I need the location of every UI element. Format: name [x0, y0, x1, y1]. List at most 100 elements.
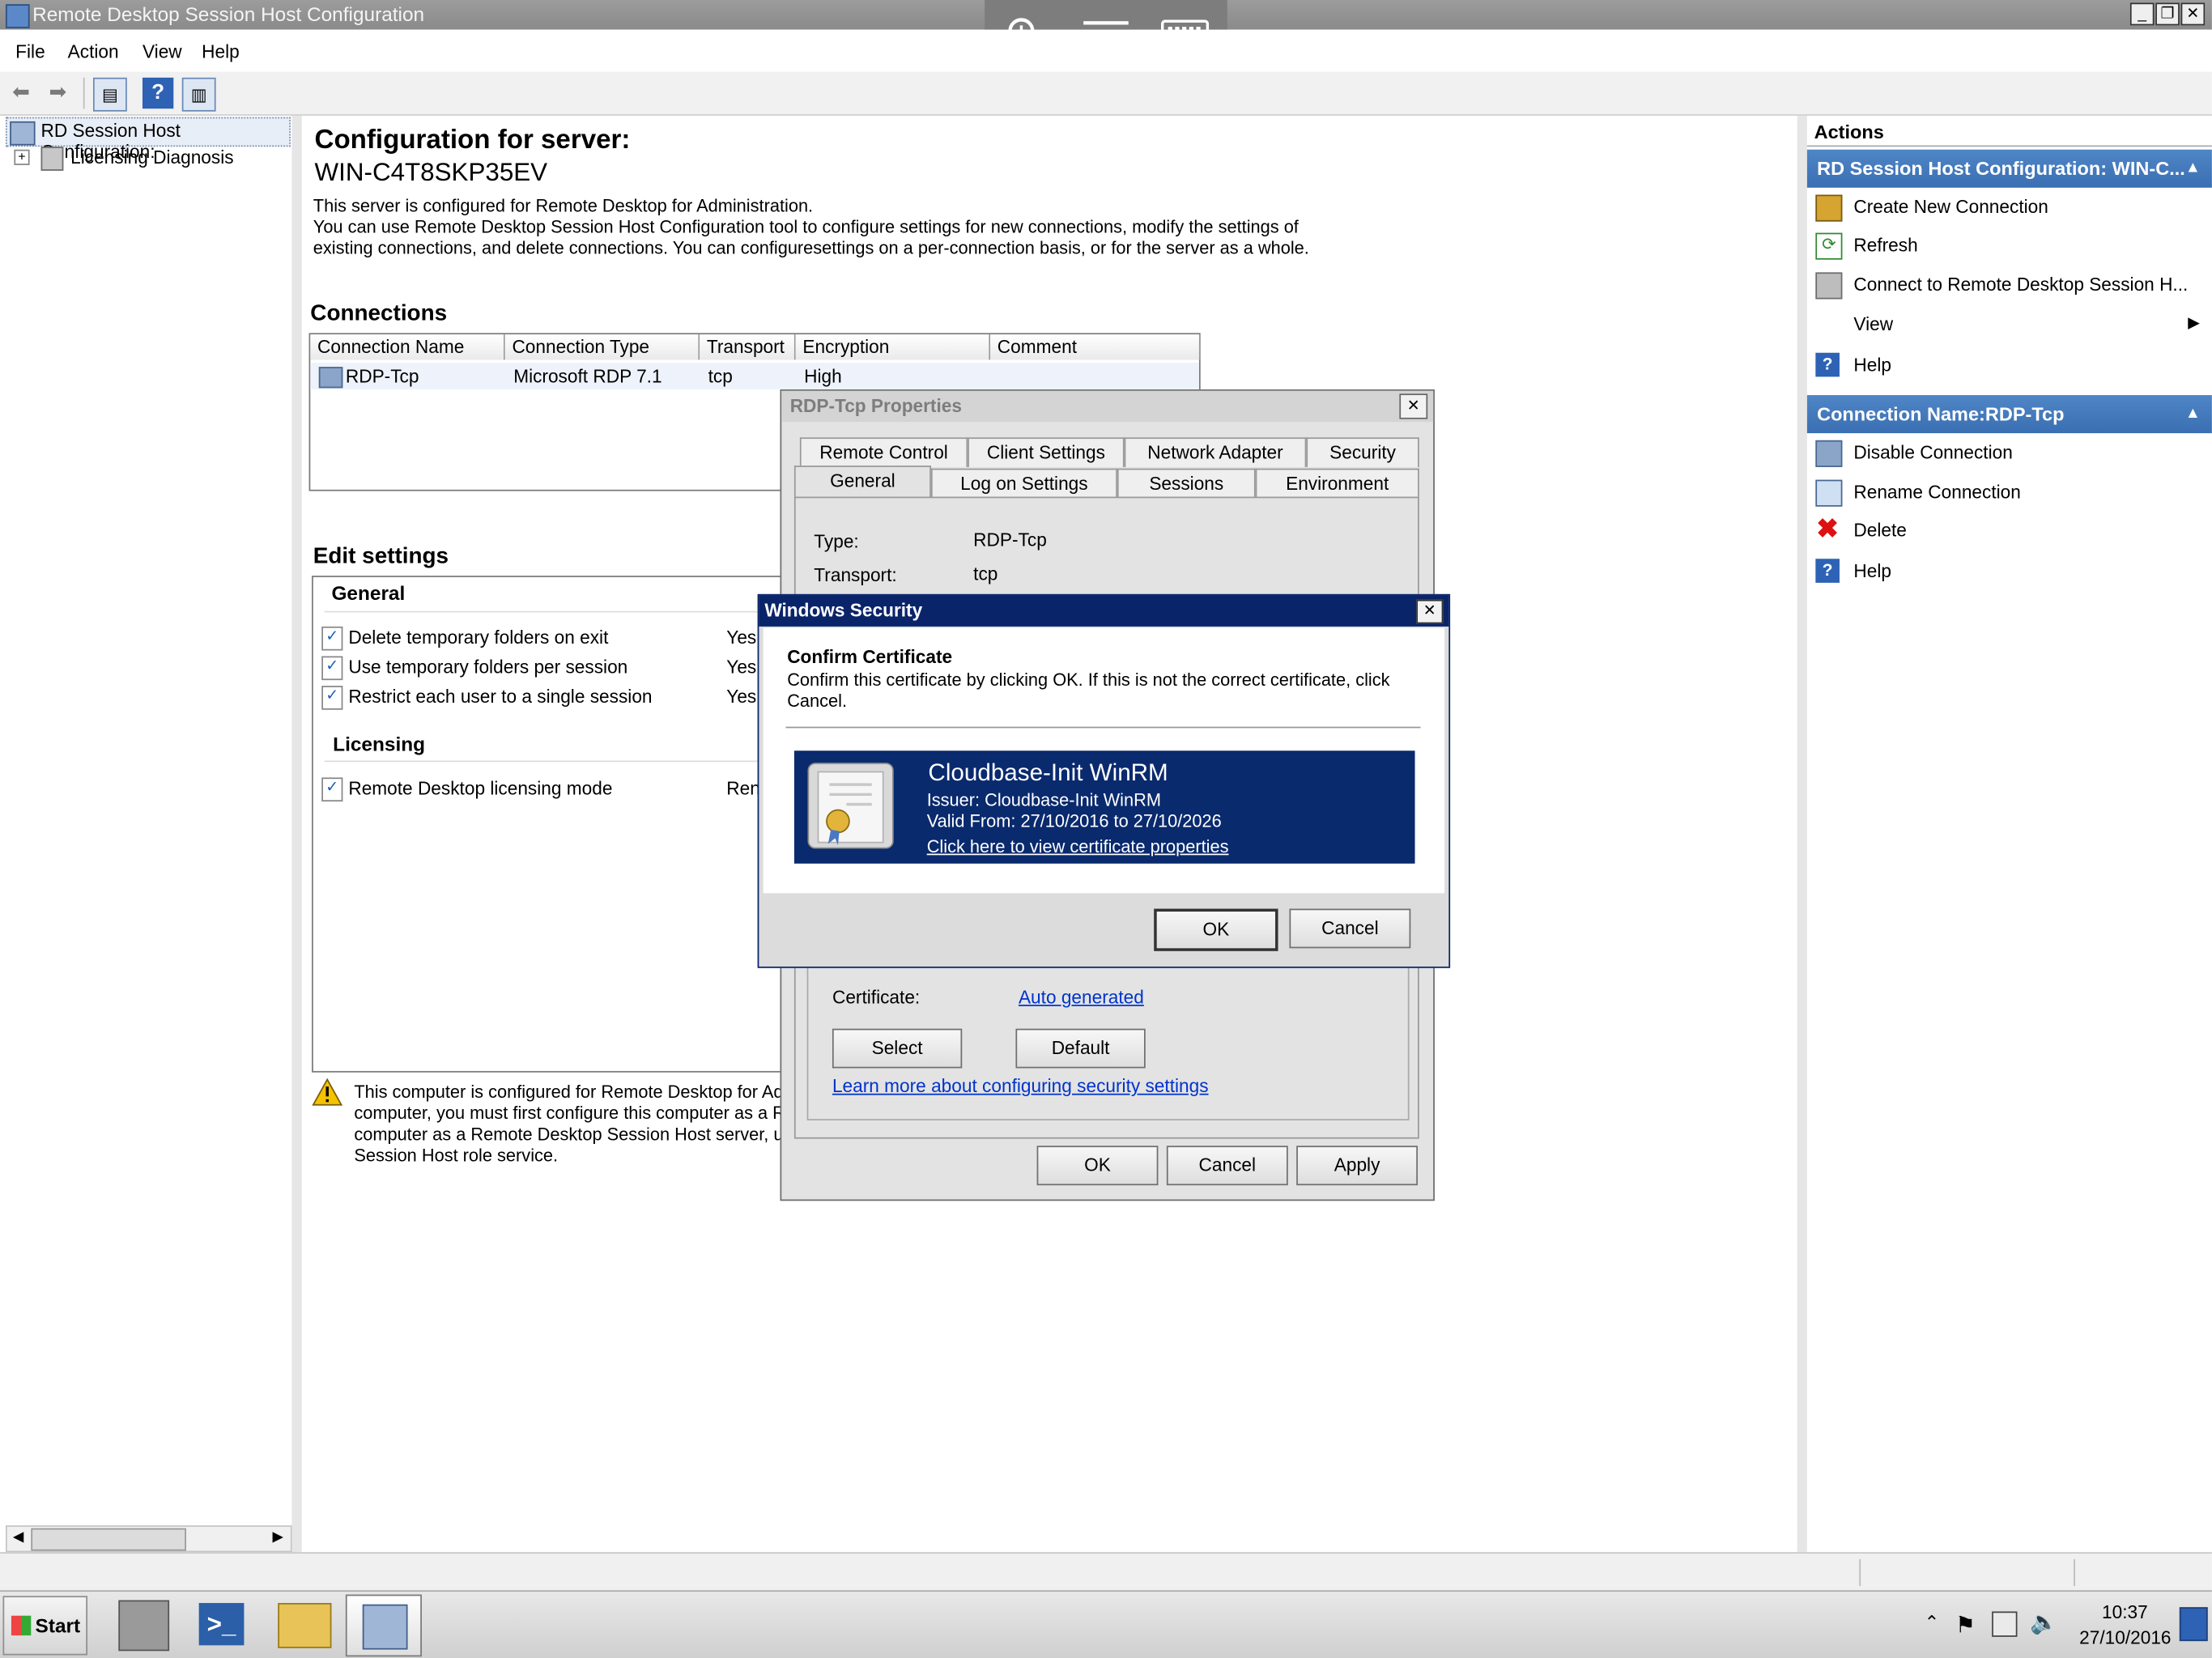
tab-sessions[interactable]: Sessions [1117, 468, 1256, 499]
page-title: Configuration for server: [314, 125, 631, 155]
action-create-new-connection[interactable]: Create New Connection [1807, 188, 2212, 226]
tab-client-settings[interactable]: Client Settings [968, 437, 1125, 467]
tree-child-label[interactable]: Licensing Diagnosis [70, 147, 233, 168]
rdsh-config-taskbar-icon[interactable] [345, 1594, 422, 1657]
action-center-flag-icon[interactable]: ⚑ [1955, 1612, 1976, 1640]
taskbar: Start >_ ⌃ ⚑ 🔈 10:37 27/10/2016 [0, 1590, 2212, 1658]
setting-licensing-mode[interactable]: ✓ Remote Desktop licensing mode Ren [321, 775, 787, 803]
tab-log-on-settings[interactable]: Log on Settings [930, 468, 1117, 499]
console-tree-icon[interactable]: ▤ [92, 77, 127, 112]
tab-general[interactable]: General [793, 466, 931, 499]
certificate-icon [807, 763, 894, 849]
learn-more-link[interactable]: Learn more about configuring security se… [832, 1075, 1209, 1096]
scroll-thumb[interactable] [31, 1528, 186, 1551]
menu-help[interactable]: Help [202, 41, 240, 62]
back-arrow-icon[interactable]: ⬅ [6, 78, 36, 108]
warning-line-1: This computer is configured for Remote D… [354, 1082, 793, 1103]
action-view[interactable]: View ▶ [1807, 304, 2212, 342]
props-cancel-button[interactable]: Cancel [1166, 1146, 1288, 1186]
type-value: RDP-Tcp [973, 529, 1047, 551]
props-ok-button[interactable]: OK [1036, 1146, 1159, 1186]
security-ok-button[interactable]: OK [1154, 908, 1278, 951]
forward-arrow-icon[interactable]: ➡ [42, 78, 73, 108]
expand-icon[interactable]: + [14, 149, 30, 165]
view-certificate-link[interactable]: Click here to view certificate propertie… [927, 837, 1229, 857]
tab-network-adapter[interactable]: Network Adapter [1124, 437, 1307, 467]
security-cancel-button[interactable]: Cancel [1289, 908, 1411, 949]
scroll-left-icon[interactable]: ◀ [8, 1528, 28, 1548]
setting-use-temp[interactable]: ✓ Use temporary folders per session Yes [321, 653, 787, 682]
setting-value: Yes [726, 656, 757, 678]
menu-action[interactable]: Action [68, 41, 119, 62]
certificate-label: Certificate: [832, 986, 921, 1008]
new-connection-icon [1815, 194, 1843, 222]
col-transport[interactable]: Transport [700, 334, 796, 360]
tab-remote-control[interactable]: Remote Control [799, 437, 968, 467]
clock-time[interactable]: 10:37 [2102, 1601, 2148, 1622]
setting-restrict-user[interactable]: ✓ Restrict each user to a single session… [321, 683, 787, 712]
help-icon: ? [1815, 559, 1840, 583]
col-connection-type[interactable]: Connection Type [504, 334, 700, 360]
table-row[interactable]: RDP-Tcp Microsoft RDP 7.1 tcp High [310, 362, 1199, 390]
section-label: RD Session Host Configuration: WIN-C... [1817, 158, 2185, 180]
collapse-icon[interactable]: ▲ [2185, 395, 2201, 433]
action-refresh[interactable]: ⟳ Refresh [1807, 226, 2212, 264]
action-rename-connection[interactable]: Rename Connection [1807, 473, 2212, 511]
action-label: Rename Connection [1853, 481, 2021, 503]
action-pane-icon[interactable]: ▥ [181, 77, 216, 112]
collapse-icon[interactable]: ▲ [2185, 150, 2201, 188]
tray-expand-icon[interactable]: ⌃ [1924, 1612, 1939, 1635]
action-connect-remote[interactable]: Connect to Remote Desktop Session H... [1807, 266, 2212, 304]
start-button[interactable]: Start [2, 1596, 88, 1656]
splitter-right[interactable] [1797, 115, 1807, 1553]
refresh-icon: ⟳ [1815, 232, 1843, 260]
tree-root-node[interactable]: RD Session Host Configuration: [5, 117, 291, 162]
security-divider [785, 726, 1421, 729]
tab-security[interactable]: Security [1306, 437, 1419, 467]
col-encryption[interactable]: Encryption [795, 334, 991, 360]
licensing-group-heading: Licensing [333, 732, 426, 755]
submenu-arrow-icon: ▶ [2188, 314, 2201, 332]
setting-value: Ren [726, 777, 760, 799]
setting-label: Use temporary folders per session [348, 656, 628, 678]
action-delete[interactable]: ✖ Delete [1807, 511, 2212, 549]
actions-section-connection[interactable]: Connection Name:RDP-Tcp ▲ [1806, 395, 2212, 434]
col-connection-name[interactable]: Connection Name [310, 334, 505, 360]
setting-delete-temp[interactable]: ✓ Delete temporary folders on exit Yes [321, 623, 787, 652]
help-icon[interactable]: ? [142, 77, 174, 109]
select-button[interactable]: Select [832, 1028, 963, 1069]
menu-view[interactable]: View [143, 41, 182, 62]
show-desktop-button[interactable] [2179, 1607, 2208, 1642]
close-icon[interactable]: ✕ [1399, 393, 1428, 419]
props-apply-button[interactable]: Apply [1296, 1146, 1419, 1186]
certificate-tile[interactable]: Cloudbase-Init WinRM Issuer: Cloudbase-I… [793, 750, 1415, 864]
powershell-icon[interactable]: >_ [198, 1603, 245, 1646]
close-button[interactable]: ✕ [2180, 2, 2206, 26]
action-disable-connection[interactable]: Disable Connection [1807, 433, 2212, 471]
tree-hscrollbar[interactable]: ◀ ▶ [5, 1525, 292, 1553]
network-icon[interactable] [1992, 1611, 2018, 1637]
volume-muted-icon[interactable]: 🔈 [2030, 1609, 2058, 1637]
action-help-2[interactable]: ? Help [1807, 552, 2212, 590]
warning-line-2: computer, you must first configure this … [354, 1103, 796, 1124]
certificate-link[interactable]: Auto generated [1019, 986, 1144, 1007]
actions-section-server[interactable]: RD Session Host Configuration: WIN-C... … [1806, 149, 2212, 188]
minimize-button[interactable]: _ [2129, 2, 2155, 26]
action-label: Help [1853, 354, 1891, 376]
clock-date[interactable]: 27/10/2016 [2079, 1627, 2171, 1648]
col-comment[interactable]: Comment [990, 334, 1201, 360]
restore-button[interactable]: ❐ [2155, 2, 2180, 26]
scroll-right-icon[interactable]: ▶ [268, 1528, 287, 1548]
group-divider [324, 760, 790, 763]
desc-line-3: existing connections, and delete connect… [313, 238, 1309, 258]
explorer-icon[interactable] [278, 1603, 332, 1648]
status-bar [0, 1552, 2212, 1592]
menu-file[interactable]: File [15, 41, 45, 62]
action-help-1[interactable]: ? Help [1807, 346, 2212, 384]
default-button[interactable]: Default [1015, 1028, 1146, 1069]
tab-environment[interactable]: Environment [1255, 468, 1419, 499]
setting-check-icon: ✓ [321, 656, 343, 681]
splitter-left[interactable] [291, 115, 302, 1553]
close-icon[interactable]: ✕ [1416, 599, 1444, 624]
server-manager-icon[interactable] [118, 1600, 170, 1652]
